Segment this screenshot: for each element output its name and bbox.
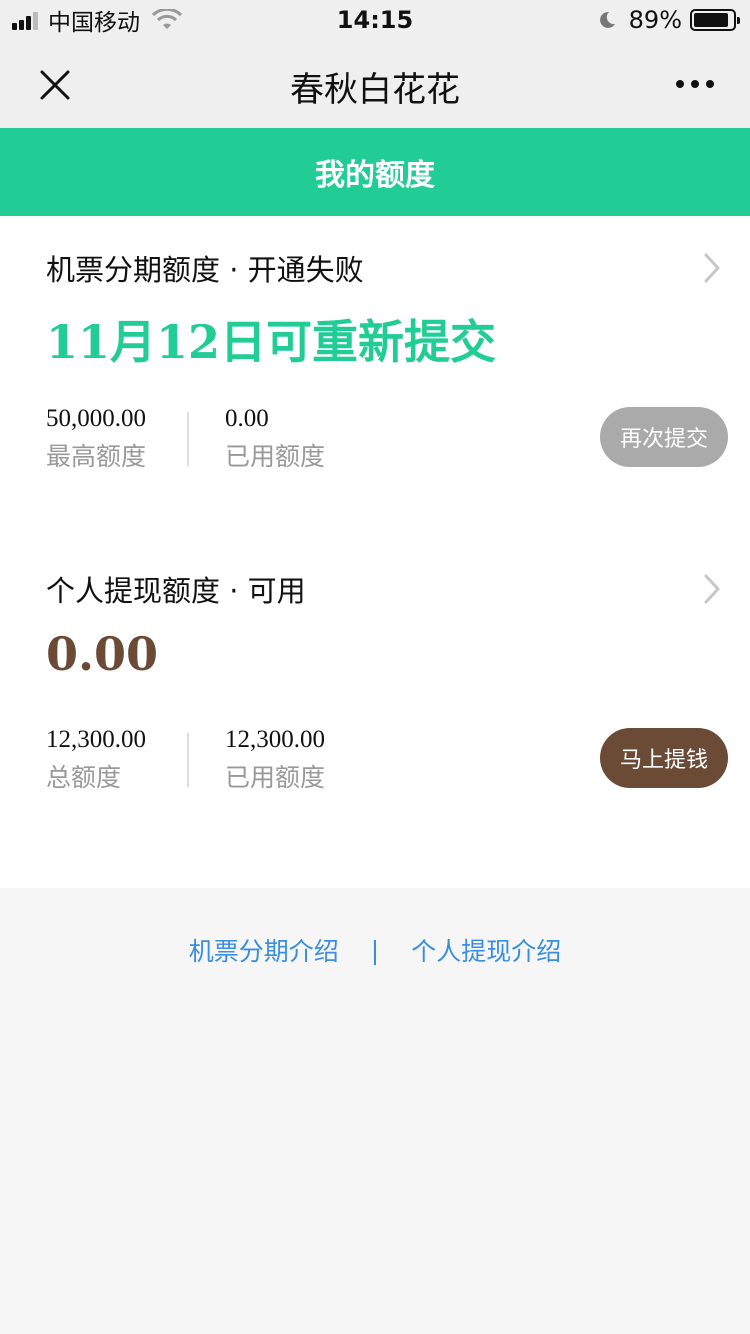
status-bar: 中国移动 14:15 89% [0, 0, 750, 40]
quota-card-flight: 机票分期额度 · 开通失败 11月12日可重新提交 50,000.00 最高额度… [0, 248, 750, 508]
moon-icon [599, 11, 615, 28]
stat-value: 12,300.00 [225, 726, 325, 753]
card-title: 机票分期额度 · 开通失败 [46, 253, 364, 287]
stat-used-quota: 12,300.00 已用额度 [225, 725, 325, 795]
stat-value: 12,300.00 [46, 726, 146, 753]
stat-label: 总额度 [46, 763, 122, 792]
card-header[interactable]: 个人提现额度 · 可用 [46, 569, 730, 609]
status-right: 89% [597, 6, 740, 34]
quota-list: 机票分期额度 · 开通失败 11月12日可重新提交 50,000.00 最高额度… [0, 216, 750, 888]
close-icon [40, 70, 70, 100]
stat-total-quota: 12,300.00 总额度 [46, 725, 146, 795]
battery-percent: 89% [628, 6, 682, 34]
stat-label: 已用额度 [225, 442, 326, 471]
stat-divider [187, 733, 189, 787]
card-main-value: 0.00 [46, 627, 159, 681]
card-header[interactable]: 机票分期额度 · 开通失败 [46, 248, 730, 288]
resubmit-button[interactable]: 再次提交 [600, 407, 728, 467]
flight-installment-intro-link[interactable]: 机票分期介绍 [189, 932, 339, 968]
stat-value: 0.00 [225, 405, 269, 432]
chevron-right-icon [694, 248, 730, 288]
stat-max-quota: 50,000.00 最高额度 [46, 404, 146, 474]
stat-label: 已用额度 [225, 763, 326, 792]
banner-title: 我的额度 [315, 158, 435, 193]
more-icon [676, 80, 714, 88]
footer-links: 机票分期介绍 | 个人提现介绍 [0, 930, 750, 970]
footer-separator: | [370, 935, 380, 965]
nav-bar: 春秋白花花 [0, 40, 750, 128]
more-button[interactable] [670, 64, 720, 104]
battery-fill [694, 13, 728, 27]
stat-used-quota: 0.00 已用额度 [225, 404, 325, 474]
card-title: 个人提现额度 · 可用 [46, 574, 306, 608]
stat-value: 50,000.00 [46, 405, 146, 432]
my-quota-banner: 我的额度 [0, 128, 750, 216]
quota-card-cash: 个人提现额度 · 可用 0.00 12,300.00 总额度 12,300.00… [0, 569, 750, 829]
close-button[interactable] [30, 60, 80, 110]
stat-divider [187, 412, 189, 466]
card-main-value: 11月12日可重新提交 [46, 315, 497, 369]
page-title: 春秋白花花 [290, 70, 460, 110]
battery-icon [690, 9, 740, 31]
withdraw-now-button[interactable]: 马上提钱 [600, 728, 728, 788]
stat-label: 最高额度 [46, 442, 147, 471]
chevron-right-icon [694, 569, 730, 609]
cash-withdraw-intro-link[interactable]: 个人提现介绍 [411, 932, 561, 968]
